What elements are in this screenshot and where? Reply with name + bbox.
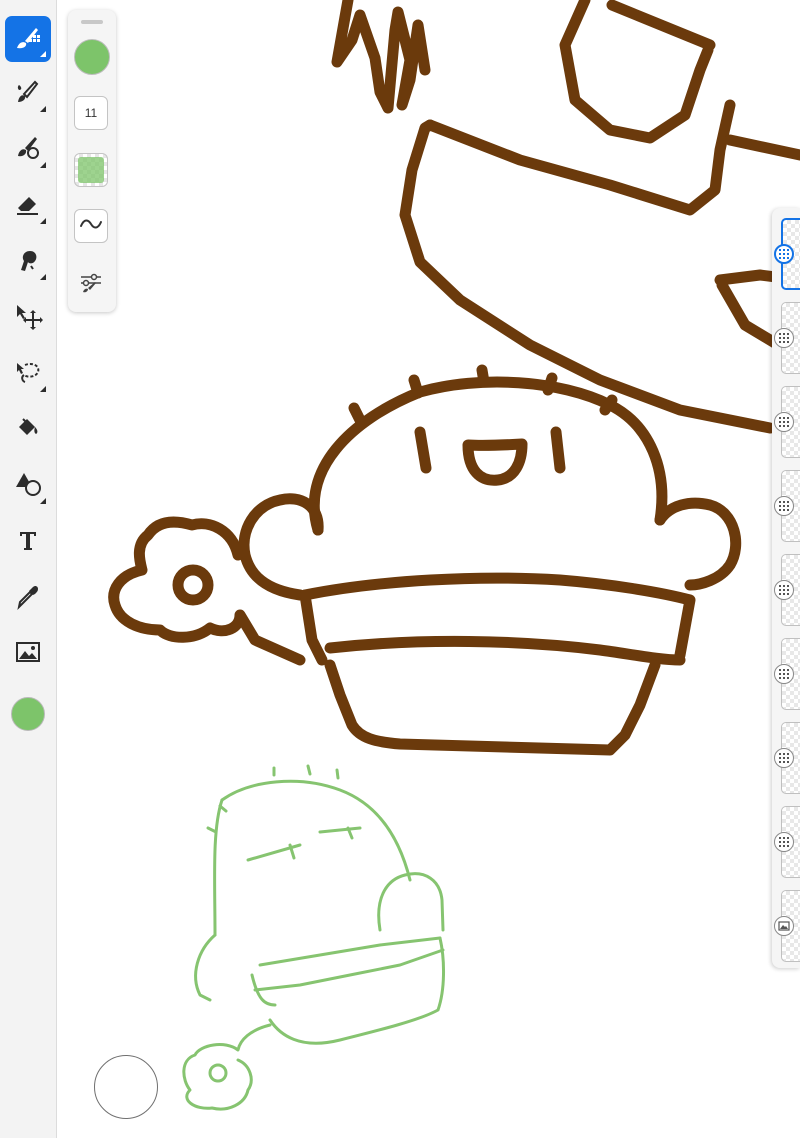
pixel-layer-icon <box>774 496 794 516</box>
pixel-layer-icon <box>774 412 794 432</box>
panel-drag-handle[interactable] <box>81 20 103 24</box>
pixel-layer-icon <box>774 748 794 768</box>
submenu-indicator <box>40 106 46 112</box>
layers-panel <box>772 208 800 968</box>
submenu-indicator <box>40 498 46 504</box>
image-layer-icon <box>774 916 794 936</box>
fill-tool[interactable] <box>5 407 51 453</box>
brush-size-field[interactable]: 11 <box>74 96 108 130</box>
sketch-layer <box>182 764 446 1111</box>
submenu-indicator <box>40 162 46 168</box>
brush-opacity-control[interactable] <box>74 153 108 187</box>
eraser-tool[interactable] <box>5 183 51 229</box>
brush-color-swatch[interactable] <box>74 39 110 75</box>
pixel-layer-icon <box>774 832 794 852</box>
tool-bar <box>0 0 57 1138</box>
shapes-tool[interactable] <box>5 463 51 509</box>
brush-smoothing-button[interactable] <box>74 209 108 243</box>
brush-settings-button[interactable] <box>74 268 108 302</box>
drawing-canvas[interactable] <box>0 0 800 1138</box>
text-tool[interactable] <box>5 519 51 565</box>
pixel-layer-icon <box>774 664 794 684</box>
vector-brush-icon <box>13 133 43 168</box>
submenu-indicator <box>40 51 46 57</box>
eraser-icon <box>13 189 43 224</box>
place-image-tool[interactable] <box>5 631 51 677</box>
image-icon <box>13 637 43 672</box>
color-picker-button[interactable] <box>11 697 45 731</box>
smoothing-wave-icon <box>79 217 103 236</box>
opacity-preview <box>78 157 104 183</box>
submenu-indicator <box>40 274 46 280</box>
lasso-icon <box>13 357 43 392</box>
pixel-brush-tool[interactable] <box>5 16 51 62</box>
ink-artwork <box>108 0 800 756</box>
smudge-icon <box>13 245 43 280</box>
eyedropper-icon <box>13 581 43 616</box>
vector-brush-tool[interactable] <box>5 127 51 173</box>
paint-brush-icon <box>13 77 43 112</box>
brush-settings-icon <box>78 271 104 300</box>
pixel-layer-icon <box>774 580 794 600</box>
paint-bucket-icon <box>13 413 43 448</box>
submenu-indicator <box>40 218 46 224</box>
live-brush-tool[interactable] <box>5 71 51 117</box>
brush-size-cursor <box>94 1055 158 1119</box>
pixel-brush-icon <box>13 22 43 57</box>
pixel-layer-icon <box>774 244 794 264</box>
pixel-layer-icon <box>774 328 794 348</box>
eyedropper-tool[interactable] <box>5 575 51 621</box>
shapes-icon <box>13 469 43 504</box>
brush-properties-panel: 11 <box>68 10 116 312</box>
smudge-tool[interactable] <box>5 239 51 285</box>
text-icon <box>13 525 43 560</box>
selection-tool[interactable] <box>5 351 51 397</box>
transform-tool[interactable] <box>5 295 51 341</box>
submenu-indicator <box>40 386 46 392</box>
move-icon <box>13 301 43 336</box>
